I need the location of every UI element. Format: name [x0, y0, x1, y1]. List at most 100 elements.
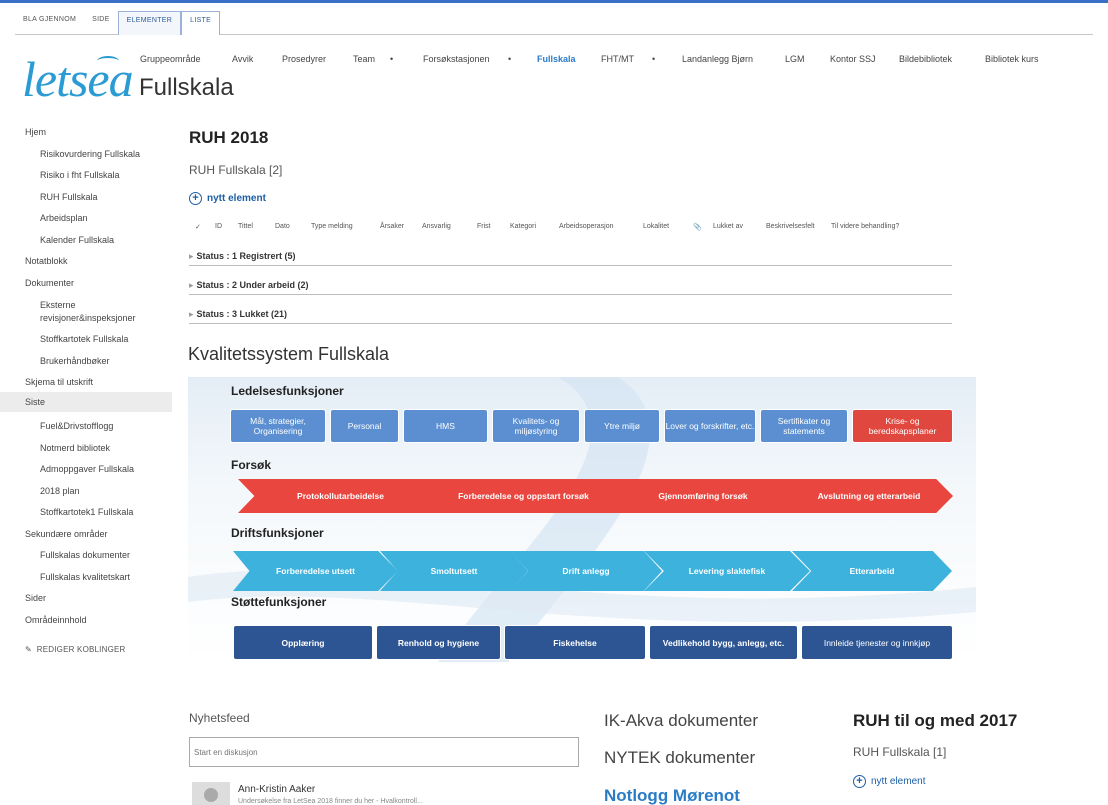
- link-ik-akva[interactable]: IK-Akva dokumenter: [604, 711, 758, 731]
- step-etterarbeid[interactable]: Etterarbeid: [792, 551, 952, 591]
- col-check[interactable]: ✓: [195, 223, 201, 231]
- col-lukket-av[interactable]: Lukket av: [713, 223, 743, 230]
- new-item-2017-button[interactable]: + nytt element: [853, 775, 925, 788]
- topnav-landanlegg[interactable]: Landanlegg Bjørn: [682, 54, 753, 64]
- tab-browse[interactable]: BLA GJENNOM: [15, 11, 84, 34]
- box-sertifikater[interactable]: Sertifikater og statements: [760, 409, 848, 443]
- topnav-prosedyrer[interactable]: Prosedyrer: [282, 54, 326, 64]
- nav-ruh-fullskala[interactable]: RUH Fullskala: [0, 191, 172, 203]
- nav-dokumenter[interactable]: Dokumenter: [0, 277, 172, 289]
- ruh2017-list-title[interactable]: RUH Fullskala [1]: [853, 745, 946, 759]
- feed-user-name[interactable]: Ann-Kristin Aaker: [238, 784, 315, 795]
- avatar[interactable]: [192, 782, 230, 805]
- site-logo[interactable]: letsea: [22, 50, 134, 108]
- nav-admoppgaver[interactable]: Admoppgaver Fullskala: [0, 463, 172, 475]
- new-item-button[interactable]: + nytt element: [189, 192, 266, 205]
- nav-kvalitetskart[interactable]: Fullskalas kvalitetskart: [0, 571, 172, 583]
- col-lokalitet[interactable]: Lokalitet: [643, 223, 669, 230]
- topnav-avvik[interactable]: Avvik: [232, 54, 253, 64]
- nav-brukerhandboker[interactable]: Brukerhåndbøker: [0, 355, 172, 367]
- nav-stoffkartotek1[interactable]: Stoffkartotek1 Fullskala: [0, 506, 172, 518]
- col-beskrivelse[interactable]: Beskrivelsesfelt: [766, 223, 815, 230]
- step-forberedelse-utsett[interactable]: Forberedelse utsett: [233, 551, 398, 591]
- nav-omradeinnhold[interactable]: Områdeinnhold: [0, 614, 172, 626]
- tab-items[interactable]: ELEMENTER: [117, 11, 182, 35]
- tab-list[interactable]: LISTE: [181, 11, 221, 35]
- step-avslutning[interactable]: Avslutning og etterarbeid: [785, 479, 953, 513]
- col-dato[interactable]: Dato: [275, 223, 290, 230]
- box-renhold[interactable]: Renhold og hygiene: [376, 625, 501, 660]
- topnav-fht-mt[interactable]: FHT/MT: [601, 54, 634, 64]
- topnav-bibliotek-kurs[interactable]: Bibliotek kurs: [985, 54, 1039, 64]
- box-hms[interactable]: HMS: [403, 409, 488, 443]
- chevron-down-icon[interactable]: •: [390, 54, 393, 64]
- col-type[interactable]: Type melding: [311, 223, 353, 230]
- box-lover-forskrifter[interactable]: Lover og forskrifter, etc.: [664, 409, 756, 443]
- new-item-label: nytt element: [207, 193, 266, 204]
- nav-kalender[interactable]: Kalender Fullskala: [0, 234, 172, 246]
- topnav-fullskala[interactable]: Fullskala: [537, 54, 576, 64]
- col-id[interactable]: ID: [215, 223, 222, 230]
- group-registrert[interactable]: ▸ Status : 1 Registrert (5): [189, 246, 952, 266]
- step-gjennomforing[interactable]: Gjennomføring forsøk: [604, 479, 802, 513]
- topnav-gruppeomrade[interactable]: Gruppeområde: [140, 54, 201, 64]
- discussion-input[interactable]: [189, 737, 579, 767]
- nav-hjem[interactable]: Hjem: [0, 126, 172, 138]
- box-ytre-miljo[interactable]: Ytre miljø: [584, 409, 660, 443]
- nav-2018-plan[interactable]: 2018 plan: [0, 485, 172, 497]
- col-tittel[interactable]: Tittel: [238, 223, 253, 230]
- link-nytek[interactable]: NYTEK dokumenter: [604, 748, 755, 768]
- step-drift-anlegg[interactable]: Drift anlegg: [510, 551, 662, 591]
- chevron-down-icon[interactable]: •: [508, 54, 511, 64]
- step-forberedelse-forsok[interactable]: Forberedelse og oppstart forsøk: [426, 479, 621, 513]
- box-fiskehelse[interactable]: Fiskehelse: [504, 625, 646, 660]
- ribbon-tabs: BLA GJENNOM SIDE ELEMENTER LISTE: [15, 11, 1093, 35]
- nav-revisjoner[interactable]: revisjoner&inspeksjoner: [0, 312, 172, 324]
- nav-notmerd[interactable]: Notmerd bibliotek: [0, 442, 172, 454]
- group-lukket[interactable]: ▸ Status : 3 Lukket (21): [189, 304, 952, 324]
- nav-eksterne[interactable]: Eksterne: [0, 299, 172, 311]
- col-arbeidsoperasjon[interactable]: Arbeidsoperasjon: [559, 223, 613, 230]
- box-vedlikehold[interactable]: Vedlikehold bygg, anlegg, etc.: [649, 625, 798, 660]
- step-levering[interactable]: Levering slaktefisk: [644, 551, 810, 591]
- topnav-team[interactable]: Team: [353, 54, 375, 64]
- box-krise-beredskap[interactable]: Krise- og beredskapsplaner: [852, 409, 953, 443]
- topnav-lgm[interactable]: LGM: [785, 54, 805, 64]
- col-kategori[interactable]: Kategori: [510, 223, 536, 230]
- step-smoltutsett[interactable]: Smoltutsett: [380, 551, 528, 591]
- tab-page[interactable]: SIDE: [84, 11, 118, 34]
- nav-sekundaere[interactable]: Sekundære områder: [0, 528, 172, 540]
- nav-fullskalas-dokumenter[interactable]: Fullskalas dokumenter: [0, 549, 172, 561]
- edit-links-button[interactable]: ✎ REDIGER KOBLINGER: [25, 645, 126, 654]
- col-frist[interactable]: Frist: [477, 223, 491, 230]
- feed-post-snippet: Undersøkelse fra LetSea 2018 finner du h…: [238, 798, 423, 805]
- step-protokoll[interactable]: Protokollutarbeidelse: [238, 479, 443, 513]
- nav-skjema[interactable]: Skjema til utskrift: [0, 376, 172, 388]
- paperclip-icon[interactable]: 📎: [693, 223, 702, 231]
- nav-notatblokk[interactable]: Notatblokk: [0, 255, 172, 267]
- ruh2018-list-title[interactable]: RUH Fullskala [2]: [189, 163, 282, 177]
- stotte-heading: Støttefunksjoner: [231, 595, 327, 609]
- nav-stoffkartotek[interactable]: Stoffkartotek Fullskala: [0, 333, 172, 345]
- nav-arbeidsplan[interactable]: Arbeidsplan: [0, 212, 172, 224]
- topnav-forsokstasjonen[interactable]: Forsøkstasjonen: [423, 54, 490, 64]
- link-notlogg[interactable]: Notlogg Mørenot: [604, 786, 740, 805]
- box-innleide-tjenester[interactable]: Innleide tjenester og innkjøp: [801, 625, 953, 660]
- box-mal-strategier[interactable]: Mål, strategier, Organisering: [230, 409, 326, 443]
- topnav-bildebibliotek[interactable]: Bildebibliotek: [899, 54, 952, 64]
- nav-risiko[interactable]: Risiko i fht Fullskala: [0, 169, 172, 181]
- nav-siste[interactable]: Siste: [0, 392, 172, 412]
- box-kvalitet-miljo[interactable]: Kvalitets- og miljøstyring: [492, 409, 580, 443]
- col-ansvarlig[interactable]: Ansvarlig: [422, 223, 451, 230]
- group-under-arbeid[interactable]: ▸ Status : 2 Under arbeid (2): [189, 275, 952, 295]
- logo-wave-icon: [97, 56, 119, 66]
- nav-sider[interactable]: Sider: [0, 592, 172, 604]
- nav-fuel-drivstofflogg[interactable]: Fuel&Drivstofflogg: [0, 420, 172, 432]
- topnav-kontor-ssj[interactable]: Kontor SSJ: [830, 54, 876, 64]
- chevron-down-icon[interactable]: •: [652, 54, 655, 64]
- col-videre[interactable]: Til videre behandling?: [831, 223, 899, 230]
- box-opplaering[interactable]: Opplæring: [233, 625, 373, 660]
- box-personal[interactable]: Personal: [330, 409, 399, 443]
- nav-risikovurdering[interactable]: Risikovurdering Fullskala: [0, 148, 172, 160]
- col-arsaker[interactable]: Årsaker: [380, 223, 404, 230]
